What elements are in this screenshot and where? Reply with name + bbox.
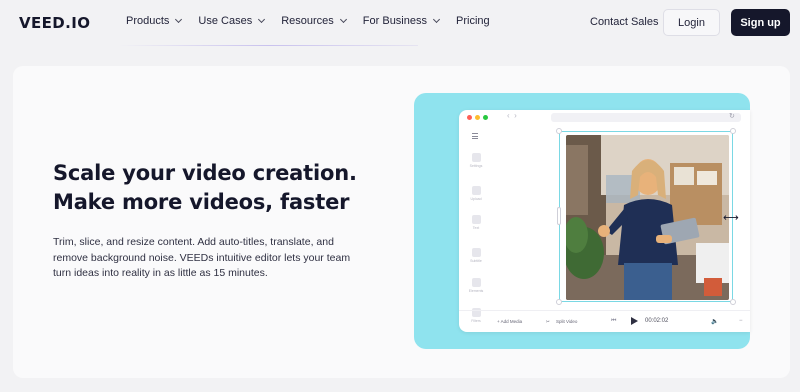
resize-handle-top-left xyxy=(556,128,562,134)
resize-handle-bottom-right xyxy=(730,299,736,305)
nav-item-resources[interactable]: Resources xyxy=(281,15,347,27)
sidebar-label: Subtitle xyxy=(470,259,482,263)
hero-description: Trim, slice, and resize content. Add aut… xyxy=(53,236,351,279)
hamburger-menu-icon xyxy=(472,133,478,141)
play-icon xyxy=(631,317,638,325)
address-bar xyxy=(551,113,741,122)
volume-icon: 🔈 xyxy=(711,319,719,325)
hero-headline: Scale your video creation. Make more vid… xyxy=(53,159,357,217)
scissors-icon: ✂ xyxy=(546,319,550,324)
sidebar-item-upload: Upload xyxy=(467,186,485,201)
nav-item-pricing[interactable]: Pricing xyxy=(456,15,490,27)
nav-item-label: Use Cases xyxy=(198,15,253,27)
timecode: 00:02:02 xyxy=(645,318,669,324)
refresh-icon: ↻ xyxy=(729,113,735,120)
nav-item-label: Pricing xyxy=(456,15,490,27)
add-media-label: + Add Media xyxy=(497,319,523,324)
nav-item-label: For Business xyxy=(362,15,427,27)
editor-bottom-toolbar: + Add Media ✂ Split Video ⏮ 00:02:02 🔈 − xyxy=(459,310,750,332)
login-button[interactable]: Login xyxy=(663,9,720,36)
chevron-down-icon xyxy=(339,15,347,24)
resize-handle-bottom-left xyxy=(556,299,562,305)
window-close-dot xyxy=(467,115,472,120)
split-video-label: Split Video xyxy=(556,319,578,324)
chevron-down-icon xyxy=(258,15,266,24)
resize-handle-top-right xyxy=(730,128,736,134)
sidebar-item-subtitle: Subtitle xyxy=(467,248,485,263)
settings-icon xyxy=(471,153,481,162)
chevron-down-icon xyxy=(432,15,441,24)
video-preview-image xyxy=(566,135,729,300)
sidebar-label: Text xyxy=(472,226,480,230)
sidebar-item-settings: Settings xyxy=(467,153,485,168)
editor-window-illustration: ‹ › ↻ Settings Upload Text Subtitle Elem… xyxy=(459,110,750,332)
nav-item-for-business[interactable]: For Business xyxy=(362,15,441,27)
browser-nav-arrows-icon: ‹ › xyxy=(507,111,517,120)
chevron-down-icon xyxy=(175,15,183,24)
headline-line-1: Scale your video creation. xyxy=(53,161,357,185)
upload-icon xyxy=(471,186,481,195)
window-minimize-dot xyxy=(475,115,480,120)
window-maximize-dot xyxy=(483,115,488,120)
subtitle-icon xyxy=(471,248,481,257)
elements-icon xyxy=(471,278,481,287)
nav-item-label: Products xyxy=(126,15,170,27)
nav-item-label: Resources xyxy=(281,15,334,27)
skip-back-icon: ⏮ xyxy=(611,318,617,324)
nav-divider xyxy=(118,45,418,46)
sidebar-label: Elements xyxy=(468,289,484,293)
resize-arrows-icon: ⟷ xyxy=(723,211,739,224)
zoom-out-icon: − xyxy=(739,318,743,324)
presenter-photo xyxy=(566,135,729,300)
signup-button[interactable]: Sign up xyxy=(731,9,790,36)
headline-line-2: Make more videos, faster xyxy=(53,190,350,214)
veed-logo[interactable]: VEED.IO xyxy=(19,14,90,32)
sidebar-label: Upload xyxy=(470,197,482,201)
sidebar-item-text: Text xyxy=(467,215,485,230)
text-icon xyxy=(471,215,481,224)
sidebar-label: Settings xyxy=(469,164,483,168)
main-menu: Products Use Cases Resources For Busines… xyxy=(126,15,507,27)
resize-handle-left xyxy=(557,207,561,225)
contact-sales-link[interactable]: Contact Sales xyxy=(590,16,658,28)
sidebar-item-elements: Elements xyxy=(467,278,485,293)
nav-item-use-cases[interactable]: Use Cases xyxy=(198,15,266,27)
nav-item-products[interactable]: Products xyxy=(126,15,183,27)
top-navigation: VEED.IO Products Use Cases Resources For… xyxy=(0,0,800,44)
